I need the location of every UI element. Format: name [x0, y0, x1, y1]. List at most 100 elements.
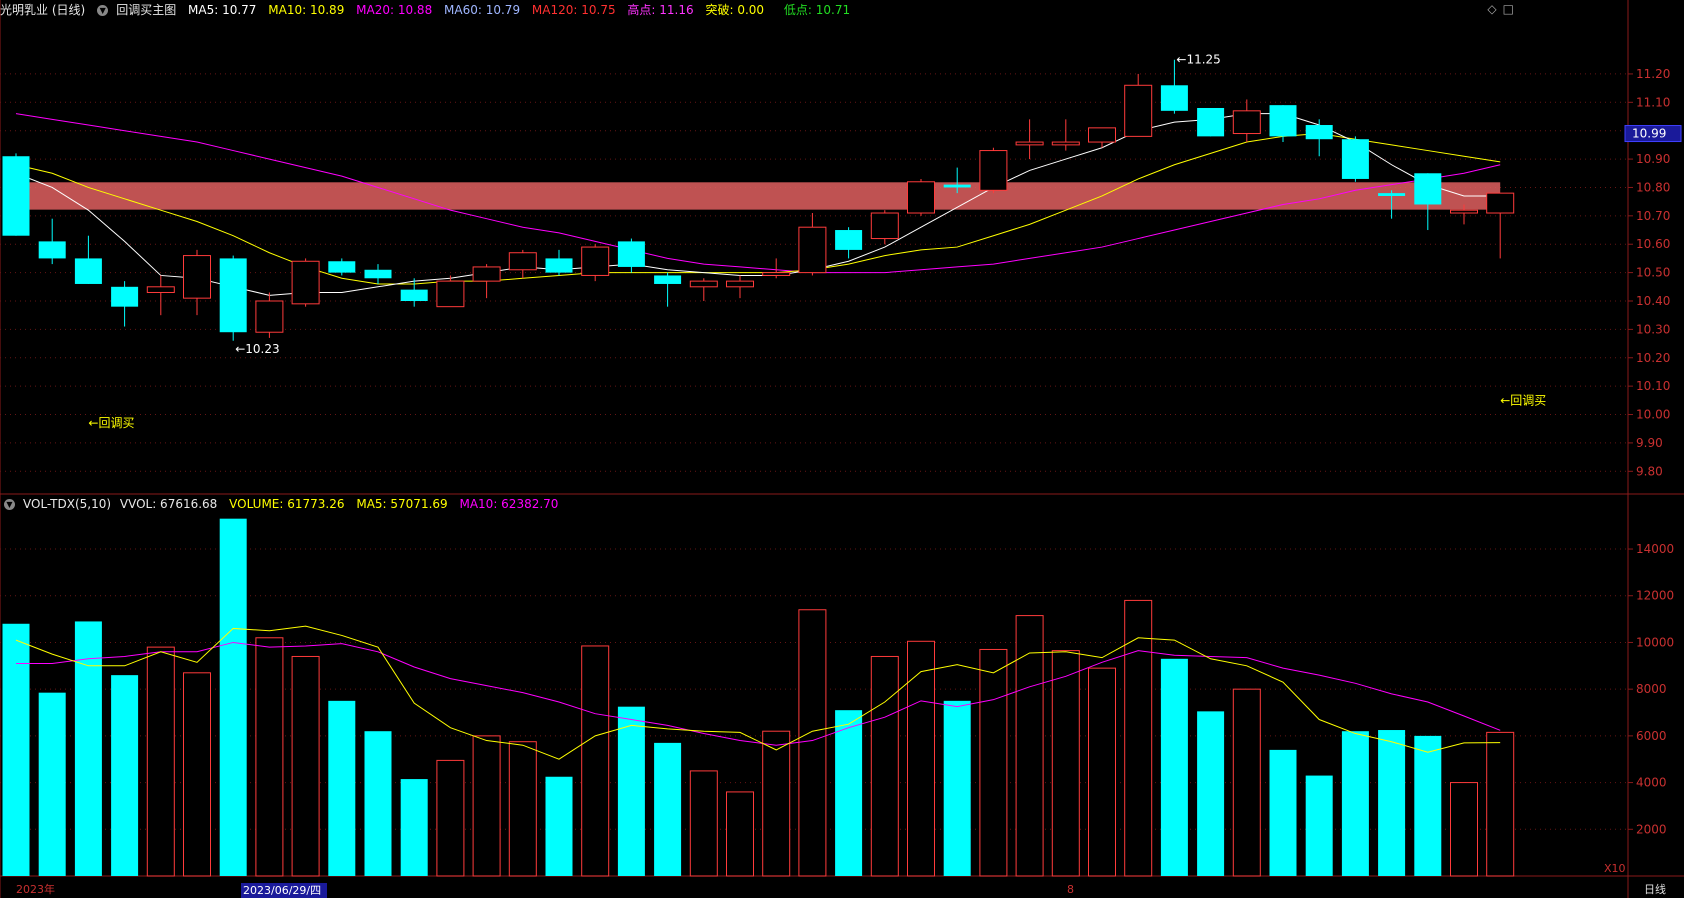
low-value: 低点: 10.71	[783, 3, 851, 17]
candle-body	[472, 266, 501, 282]
vol-ma5-value: MA5: 57071.69	[356, 497, 448, 511]
candle-body	[291, 260, 320, 305]
candle-body	[111, 286, 139, 307]
ma120-value: MA120: 10.75	[531, 3, 616, 17]
candle-body	[219, 258, 247, 333]
volume-bar	[1232, 688, 1261, 877]
extreme-price-label: ←11.25	[1176, 53, 1220, 67]
volume-bar	[943, 700, 971, 876]
diamond-icon[interactable]: ◇	[1487, 2, 1496, 16]
volume-tick-label: 14000	[1636, 542, 1674, 556]
candle-body	[835, 230, 863, 250]
price-tick-label: 10.40	[1636, 294, 1670, 308]
price-tick-label: 10.00	[1636, 408, 1670, 422]
volume-bar	[1450, 782, 1478, 877]
volume-bar	[654, 742, 682, 876]
volume-bar	[545, 776, 573, 876]
volume-bar	[581, 645, 610, 877]
volume-tick-label: 6000	[1636, 729, 1667, 743]
volume-bar	[979, 648, 1008, 877]
volume-bar	[183, 672, 211, 877]
volume-bar	[38, 692, 66, 876]
volume-bar	[689, 770, 718, 877]
indicator-menu-icon[interactable]: ▼	[97, 5, 109, 16]
volume-chart-header: ▼ VOL-TDX(5,10) VVOL: 67616.68 VOLUME: 61…	[0, 494, 566, 514]
volume-bar	[364, 731, 392, 876]
candle-body	[1414, 173, 1442, 205]
volume-bar	[1269, 749, 1297, 876]
candle-body	[400, 289, 428, 301]
volume-bar	[1197, 711, 1225, 876]
candle-body	[1124, 84, 1153, 137]
indicator-name[interactable]: 回调买主图	[116, 3, 176, 17]
current-price-label: 10.99	[1632, 127, 1666, 141]
candle-body	[1378, 193, 1406, 196]
candle-body	[183, 255, 211, 299]
volume-bar	[472, 735, 501, 877]
candle-body	[654, 275, 682, 284]
volume-bar	[436, 759, 465, 877]
volume-bar	[762, 730, 791, 877]
candle-body	[1051, 141, 1080, 146]
period-label: 日线	[1644, 882, 1666, 896]
volume-bar	[1414, 735, 1442, 876]
window-controls: ◇ □	[1481, 2, 1514, 16]
volume-tick-label: 2000	[1636, 822, 1667, 836]
volume-bar	[1160, 658, 1188, 876]
candle-body	[508, 252, 537, 271]
candle-body	[943, 184, 971, 188]
candle-body	[1450, 209, 1478, 214]
stock-title[interactable]: 光明乳业 (日线)	[0, 3, 85, 17]
candle-body	[870, 212, 899, 240]
candle-body	[581, 246, 610, 276]
volume-bar	[907, 640, 935, 877]
volume-menu-icon[interactable]: ▼	[4, 499, 15, 510]
volume-bar	[798, 609, 827, 877]
volume-bar	[1088, 667, 1116, 877]
ma10-value: MA10: 10.89	[268, 3, 345, 17]
volume-bar	[1051, 650, 1080, 877]
date-cursor-label: 2023/06/29/四	[243, 884, 321, 897]
candle-body	[38, 241, 66, 259]
ma5-value: MA5: 10.77	[188, 3, 257, 17]
volume-bar	[1341, 731, 1369, 876]
ma20-value: MA20: 10.88	[356, 3, 433, 17]
volume-bar	[255, 637, 284, 877]
candle-body	[255, 300, 284, 333]
candle-body	[364, 269, 392, 279]
volume-bar	[508, 741, 537, 877]
main-chart-header: 光明乳业 (日线) ▼ 回调买主图 MA5: 10.77 MA10: 10.89 M…	[0, 0, 858, 20]
volume-bar	[1015, 615, 1044, 877]
volume-scale-label: X10	[1604, 862, 1626, 875]
vol-indicator-name[interactable]: VOL-TDX(5,10)	[23, 497, 111, 511]
vvol-value: VVOL: 67616.68	[119, 497, 218, 511]
price-tick-label: 10.90	[1636, 152, 1670, 166]
candle-body	[1486, 192, 1515, 214]
candle-body	[1197, 107, 1225, 137]
candle-body	[726, 280, 754, 288]
volume-bar	[400, 779, 428, 876]
candle-body	[146, 286, 175, 293]
price-tick-label: 11.20	[1636, 67, 1670, 81]
candle-body	[74, 258, 102, 284]
candle-body	[1015, 141, 1044, 146]
chart-canvas[interactable]: 11.2011.1011.0010.9010.8010.7010.6010.50…	[0, 0, 1684, 898]
volume-bar	[1486, 731, 1515, 877]
x-axis-label: 8	[1067, 883, 1074, 896]
volume-bar	[1124, 599, 1153, 877]
volume-bar	[328, 700, 356, 876]
volume-bar	[726, 791, 754, 877]
candle-body	[1269, 105, 1297, 137]
high-value: 高点: 11.16	[627, 3, 694, 17]
volume-value: VOLUME: 61773.26	[229, 497, 345, 511]
x-axis-label: 2023年	[16, 882, 55, 896]
candle-body	[907, 181, 935, 214]
price-tick-label: 9.90	[1636, 436, 1663, 450]
candle-body	[689, 280, 718, 288]
candle-body	[979, 150, 1008, 191]
candle-body	[2, 156, 30, 236]
volume-tick-label: 8000	[1636, 682, 1667, 696]
candle-body	[1232, 110, 1261, 135]
signal-label: ←回调买	[88, 416, 134, 430]
square-icon[interactable]: □	[1503, 2, 1514, 16]
